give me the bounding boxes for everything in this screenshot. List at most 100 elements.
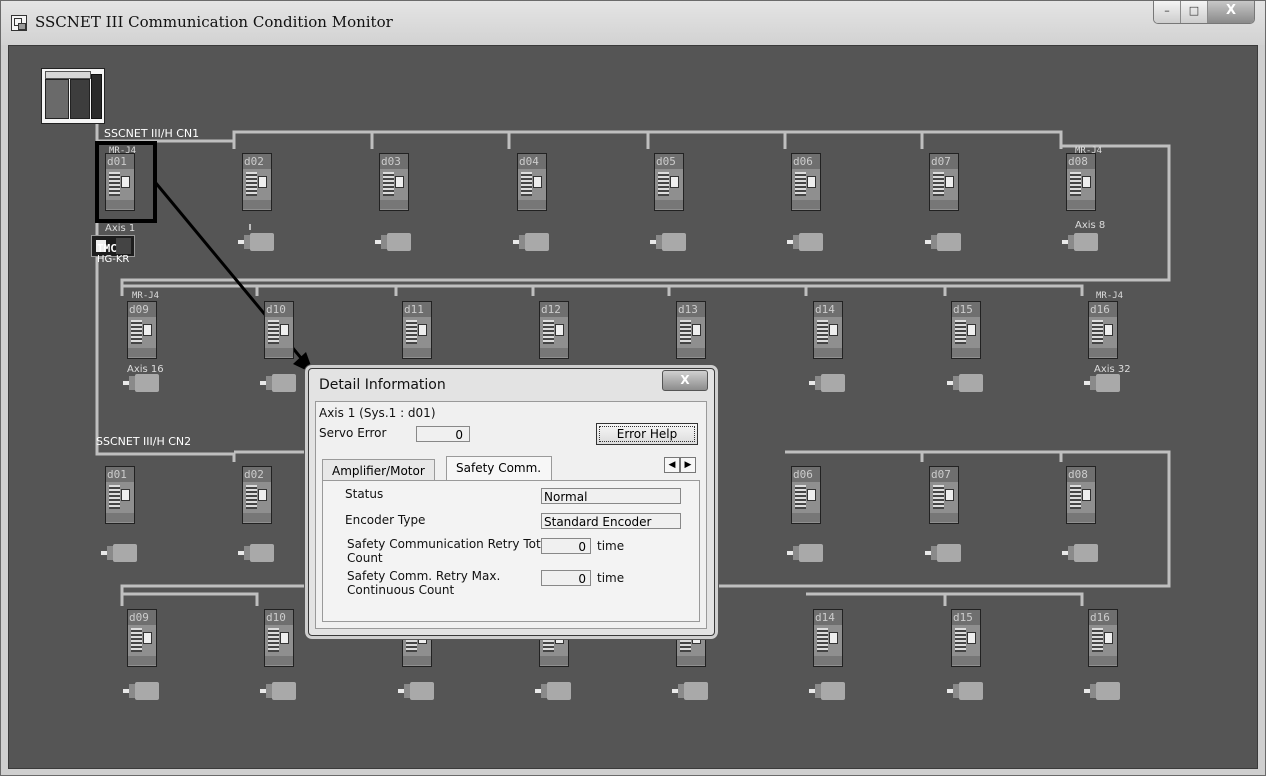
servo-motor-icon[interactable] bbox=[238, 233, 274, 251]
servo-motor-icon[interactable] bbox=[101, 544, 137, 562]
cn1-label: SSCNET III/H CN1 bbox=[104, 127, 200, 140]
station-number: d10 bbox=[265, 302, 293, 317]
station-number: d16 bbox=[1089, 302, 1117, 317]
station-number: d01 bbox=[106, 467, 134, 482]
station-number: d14 bbox=[814, 610, 842, 625]
cn2-label: SSCNET III/H CN2 bbox=[96, 435, 192, 448]
servo-amplifier-cn1-row2-d13[interactable]: d13 bbox=[676, 301, 706, 359]
servo-motor-icon[interactable] bbox=[123, 374, 159, 392]
servo-amplifier-cn1-row2-d12[interactable]: d12 bbox=[539, 301, 569, 359]
status-field: Normal bbox=[541, 488, 681, 504]
station-number: d01 bbox=[106, 154, 134, 169]
station-number: d12 bbox=[540, 302, 568, 317]
servo-amplifier-cn2-row1-d08[interactable]: d08 bbox=[1066, 466, 1096, 524]
servo-amplifier-cn2-row1-d01[interactable]: d01 bbox=[105, 466, 135, 524]
servo-amplifier-cn1-row2-d11[interactable]: d11 bbox=[402, 301, 432, 359]
servo-amplifier-cn1-row2-d09[interactable]: d09 bbox=[127, 301, 157, 359]
servo-motor-icon[interactable] bbox=[375, 233, 411, 251]
station-number: d15 bbox=[952, 302, 980, 317]
station-number: d08 bbox=[1067, 154, 1095, 169]
retry-total-label-2: Count bbox=[347, 551, 383, 565]
servo-amplifier-cn1-row1-d05[interactable]: d05 bbox=[654, 153, 684, 211]
station-number: d15 bbox=[952, 610, 980, 625]
servo-motor-icon[interactable] bbox=[260, 374, 296, 392]
servo-motor-icon[interactable] bbox=[123, 682, 159, 700]
servo-amplifier-cn1-row1-d04[interactable]: d04 bbox=[517, 153, 547, 211]
servo-amplifier-cn2-row2-d09[interactable]: d09 bbox=[127, 609, 157, 667]
servo-motor-icon[interactable] bbox=[787, 544, 823, 562]
retry-max-label-2: Continuous Count bbox=[347, 583, 455, 597]
servo-motor-icon[interactable] bbox=[947, 682, 983, 700]
retry-total-unit: time bbox=[597, 539, 625, 553]
tab-scroll: ◀ ▶ bbox=[664, 457, 696, 473]
servo-amplifier-cn2-row2-d14[interactable]: d14 bbox=[813, 609, 843, 667]
servo-motor-icon[interactable] bbox=[650, 233, 686, 251]
servo-error-field: 0 bbox=[416, 426, 470, 442]
station-number: d16 bbox=[1089, 610, 1117, 625]
station-number: d14 bbox=[814, 302, 842, 317]
servo-motor-icon[interactable] bbox=[1062, 544, 1098, 562]
dialog-close-button[interactable]: X bbox=[662, 370, 708, 391]
amp-type-label: MR-J4 bbox=[132, 291, 160, 301]
retry-total-label: Safety Communication Retry Total bbox=[347, 537, 552, 551]
servo-amplifier-cn2-row1-d06[interactable]: d06 bbox=[791, 466, 821, 524]
servo-motor-icon[interactable] bbox=[925, 233, 961, 251]
servo-motor-icon[interactable] bbox=[809, 682, 845, 700]
servo-motor-icon[interactable] bbox=[947, 374, 983, 392]
servo-amplifier-cn1-row1-d01[interactable]: d01 bbox=[105, 153, 135, 211]
servo-motor-icon[interactable] bbox=[925, 544, 961, 562]
encoder-type-label: Encoder Type bbox=[345, 513, 426, 527]
servo-amplifier-cn2-row1-d02[interactable]: d02 bbox=[242, 466, 272, 524]
cpu-module[interactable] bbox=[41, 68, 105, 124]
station-number: d02 bbox=[243, 467, 271, 482]
window-title: SSCNET III Communication Condition Monit… bbox=[35, 13, 393, 31]
axis-info: Axis 1 (Sys.1 : d01) bbox=[319, 406, 436, 420]
servo-motor-icon[interactable] bbox=[1084, 682, 1120, 700]
servo-amplifier-cn1-row1-d07[interactable]: d07 bbox=[929, 153, 959, 211]
servo-amplifier-cn2-row2-d16[interactable]: d16 bbox=[1088, 609, 1118, 667]
maximize-button[interactable]: □ bbox=[1181, 1, 1208, 23]
servo-motor-icon[interactable] bbox=[260, 682, 296, 700]
window-controls: – □ X bbox=[1153, 1, 1255, 24]
servo-amplifier-cn1-row1-d06[interactable]: d06 bbox=[791, 153, 821, 211]
close-button[interactable]: X bbox=[1208, 1, 1254, 23]
servo-motor-icon[interactable] bbox=[513, 233, 549, 251]
servo-amplifier-cn1-row2-d16[interactable]: d16 bbox=[1088, 301, 1118, 359]
detail-dialog: Detail Information X Axis 1 (Sys.1 : d01… bbox=[308, 368, 715, 636]
tab-safety-comm[interactable]: Safety Comm. bbox=[446, 456, 552, 481]
servo-motor-icon[interactable] bbox=[535, 682, 571, 700]
servo-amplifier-cn1-row1-d03[interactable]: d03 bbox=[379, 153, 409, 211]
servo-motor-icon[interactable] bbox=[1062, 233, 1098, 251]
station-number: d06 bbox=[792, 467, 820, 482]
servo-motor-icon[interactable] bbox=[1084, 374, 1120, 392]
servo-amplifier-cn1-row1-d08[interactable]: d08 bbox=[1066, 153, 1096, 211]
dialog-body: Axis 1 (Sys.1 : d01) Servo Error 0 Error… bbox=[315, 401, 707, 629]
servo-motor-icon[interactable] bbox=[809, 374, 845, 392]
servo-amplifier-cn2-row1-d07[interactable]: d07 bbox=[929, 466, 959, 524]
servo-motor-icon[interactable] bbox=[238, 544, 274, 562]
servo-motor-icon[interactable] bbox=[787, 233, 823, 251]
servo-amplifier-cn2-row2-d10[interactable]: d10 bbox=[264, 609, 294, 667]
tab-scroll-left-icon[interactable]: ◀ bbox=[664, 457, 680, 473]
servo-amplifier-cn1-row1-d02[interactable]: d02 bbox=[242, 153, 272, 211]
station-number: d09 bbox=[128, 302, 156, 317]
station-number: d06 bbox=[792, 154, 820, 169]
servo-amplifier-cn2-row2-d15[interactable]: d15 bbox=[951, 609, 981, 667]
servo-amplifier-cn1-row2-d14[interactable]: d14 bbox=[813, 301, 843, 359]
minimize-button[interactable]: – bbox=[1154, 1, 1181, 23]
retry-max-field: 0 bbox=[541, 570, 591, 586]
station-number: d10 bbox=[265, 610, 293, 625]
tab-scroll-right-icon[interactable]: ▶ bbox=[680, 457, 696, 473]
servo-amplifier-cn1-row2-d10[interactable]: d10 bbox=[264, 301, 294, 359]
servo-motor-icon[interactable] bbox=[398, 682, 434, 700]
tab-amplifier-motor[interactable]: Amplifier/Motor bbox=[322, 459, 435, 481]
station-number: d03 bbox=[380, 154, 408, 169]
error-help-button[interactable]: Error Help bbox=[596, 423, 698, 445]
axis-label: Axis 1 bbox=[105, 223, 136, 234]
station-number: d05 bbox=[655, 154, 683, 169]
station-number: d08 bbox=[1067, 467, 1095, 482]
servo-amplifier-cn1-row2-d15[interactable]: d15 bbox=[951, 301, 981, 359]
title-bar: SSCNET III Communication Condition Monit… bbox=[1, 1, 1265, 45]
servo-motor-icon[interactable] bbox=[672, 682, 708, 700]
axis-label: Axis 8 bbox=[1075, 220, 1106, 231]
